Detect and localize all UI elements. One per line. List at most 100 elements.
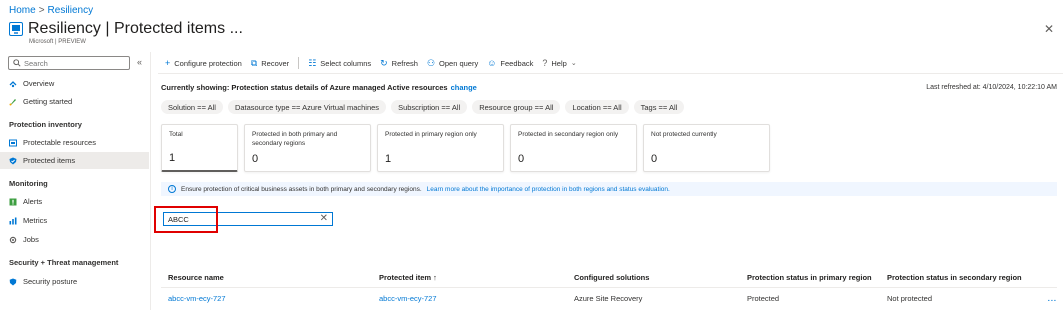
sidebar-item-label: Metrics — [23, 216, 48, 225]
feedback-icon: ☺ — [487, 58, 497, 68]
sidebar-item-getting-started[interactable]: Getting started — [0, 93, 149, 110]
filter-location[interactable]: Location == All — [565, 100, 629, 114]
column-resource-name[interactable]: Resource name — [161, 273, 379, 282]
sidebar-item-alerts[interactable]: Alerts — [0, 193, 149, 210]
shield-icon — [9, 278, 17, 286]
card-value: 1 — [385, 153, 392, 165]
chevron-down-icon: ⌄ — [570, 60, 577, 67]
configured-solutions-cell: Azure Site Recovery — [574, 293, 643, 303]
feedback-button[interactable]: ☺ Feedback — [487, 56, 542, 70]
title-row: Resiliency | Protected items ... — [9, 19, 243, 39]
currently-showing-text: Currently showing: Protection status det… — [161, 83, 448, 92]
item-filter-input[interactable] — [168, 214, 318, 224]
breadcrumb-resiliency[interactable]: Resiliency — [48, 5, 94, 16]
sidebar-item-label: Protected items — [23, 156, 76, 165]
protected-items-icon — [9, 157, 17, 165]
column-primary-status[interactable]: Protection status in primary region — [747, 273, 887, 282]
protected-item-link[interactable]: abcc-vm-ecy-727 — [379, 294, 437, 303]
page-subtitle: Microsoft | PREVIEW — [29, 39, 86, 45]
card-label: Not protected currently — [651, 131, 717, 138]
table-header: Resource name Protected item ↑ Configure… — [161, 268, 1057, 288]
sidebar-item-metrics[interactable]: Metrics — [0, 212, 149, 229]
collapse-sidebar-icon[interactable]: « — [137, 57, 142, 67]
info-icon: i — [168, 185, 176, 193]
resource-name-link[interactable]: abcc-vm-ecy-727 — [168, 294, 226, 303]
info-banner: i Ensure protection of critical business… — [161, 182, 1057, 196]
sidebar-item-label: Overview — [23, 79, 55, 88]
clear-icon[interactable]: ✕ — [320, 213, 328, 224]
column-protected-item[interactable]: Protected item ↑ — [379, 273, 574, 282]
select-columns-button[interactable]: ☷ Select columns — [308, 56, 380, 70]
card-value: 0 — [518, 153, 525, 165]
sidebar-item-protected-items[interactable]: Protected items — [0, 152, 149, 169]
column-configured-solutions[interactable]: Configured solutions — [574, 273, 747, 282]
sidebar-item-label: Protectable resources — [23, 138, 96, 147]
overview-icon — [9, 80, 17, 88]
sidebar-item-overview[interactable]: Overview — [0, 75, 149, 92]
page-title: Resiliency | Protected items ... — [28, 20, 243, 37]
card-not-protected[interactable]: Not protected currently 0 — [643, 124, 770, 172]
add-icon: + — [165, 58, 171, 68]
sidebar-item-security-posture[interactable]: Security posture — [0, 273, 149, 290]
filter-datasource-type[interactable]: Datasource type == Azure Virtual machine… — [227, 100, 387, 114]
recover-label: Recover — [261, 58, 290, 68]
select-columns-label: Select columns — [320, 58, 372, 68]
sidebar-item-label: Security posture — [23, 277, 78, 286]
sidebar-divider — [150, 52, 151, 310]
rocket-icon — [9, 98, 17, 106]
item-filter-box[interactable]: ✕ — [163, 212, 333, 226]
sidebar-item-jobs[interactable]: Jobs — [0, 231, 149, 248]
close-icon[interactable]: ✕ — [1044, 22, 1054, 36]
card-protected-both-regions[interactable]: Protected in both primary and secondary … — [244, 124, 371, 172]
filter-solution[interactable]: Solution == All — [161, 100, 223, 114]
command-bar: + Configure protection ⧉ Recover ☷ Selec… — [165, 56, 586, 70]
last-refreshed: Last refreshed at: 4/10/2024, 10:22:10 A… — [926, 84, 1057, 91]
breadcrumb: Home > Resiliency — [9, 5, 93, 16]
open-query-button[interactable]: ⚇ Open query — [427, 56, 487, 70]
change-link[interactable]: change — [451, 83, 477, 92]
secondary-status-cell: Not protected — [887, 293, 933, 303]
filter-tags[interactable]: Tags == All — [633, 100, 685, 114]
sidebar-section-monitoring: Monitoring — [9, 179, 48, 188]
card-value: 0 — [651, 153, 658, 165]
card-protected-primary-only[interactable]: Protected in primary region only 1 — [377, 124, 504, 172]
filter-resource-group[interactable]: Resource group == All — [472, 100, 561, 114]
card-label: Total — [169, 131, 183, 138]
recover-button[interactable]: ⧉ Recover — [251, 56, 298, 70]
protected-items-table: Resource name Protected item ↑ Configure… — [161, 268, 1057, 308]
info-text: Ensure protection of critical business a… — [181, 185, 422, 193]
card-total[interactable]: Total 1 — [161, 124, 238, 172]
sidebar-search[interactable] — [8, 56, 130, 70]
sidebar-item-protectable-resources[interactable]: Protectable resources — [0, 134, 149, 151]
sidebar-section-security: Security + Threat management — [9, 258, 119, 267]
help-button[interactable]: ? Help ⌄ — [542, 56, 585, 70]
search-icon — [13, 59, 21, 67]
primary-status-cell: Protected — [747, 293, 780, 303]
columns-icon: ☷ — [308, 57, 317, 68]
refresh-button[interactable]: ↻ Refresh — [380, 56, 427, 70]
sidebar-item-label: Getting started — [23, 97, 73, 106]
card-label: Protected in secondary region only — [518, 131, 619, 138]
help-label: Help — [551, 58, 567, 68]
filter-subscription[interactable]: Subscription == All — [391, 100, 468, 114]
alerts-icon — [9, 198, 17, 206]
row-more-button[interactable]: ... — [1048, 294, 1057, 303]
metrics-icon — [9, 217, 17, 225]
column-secondary-status[interactable]: Protection status in secondary region — [887, 273, 1037, 282]
summary-cards: Total 1 Protected in both primary and se… — [161, 124, 770, 172]
help-icon: ? — [542, 58, 548, 68]
sidebar-search-input[interactable] — [24, 58, 124, 68]
card-protected-secondary-only[interactable]: Protected in secondary region only 0 — [510, 124, 637, 172]
currently-showing: Currently showing: Protection status det… — [161, 83, 477, 92]
open-query-label: Open query — [439, 58, 479, 68]
table-row: abcc-vm-ecy-727 abcc-vm-ecy-727 Azure Si… — [161, 288, 1057, 308]
breadcrumb-home[interactable]: Home — [9, 5, 36, 16]
card-value: 1 — [169, 152, 176, 164]
query-icon: ⚇ — [426, 57, 436, 68]
learn-more-link[interactable]: Learn more about the importance of prote… — [427, 186, 670, 193]
card-label: Protected in both primary and secondary … — [252, 131, 338, 147]
configure-protection-button[interactable]: + Configure protection — [165, 56, 251, 70]
sidebar-item-label: Alerts — [23, 197, 43, 206]
toolbar-separator — [298, 57, 300, 69]
sidebar: « Overview Getting started Protection in… — [0, 52, 150, 310]
